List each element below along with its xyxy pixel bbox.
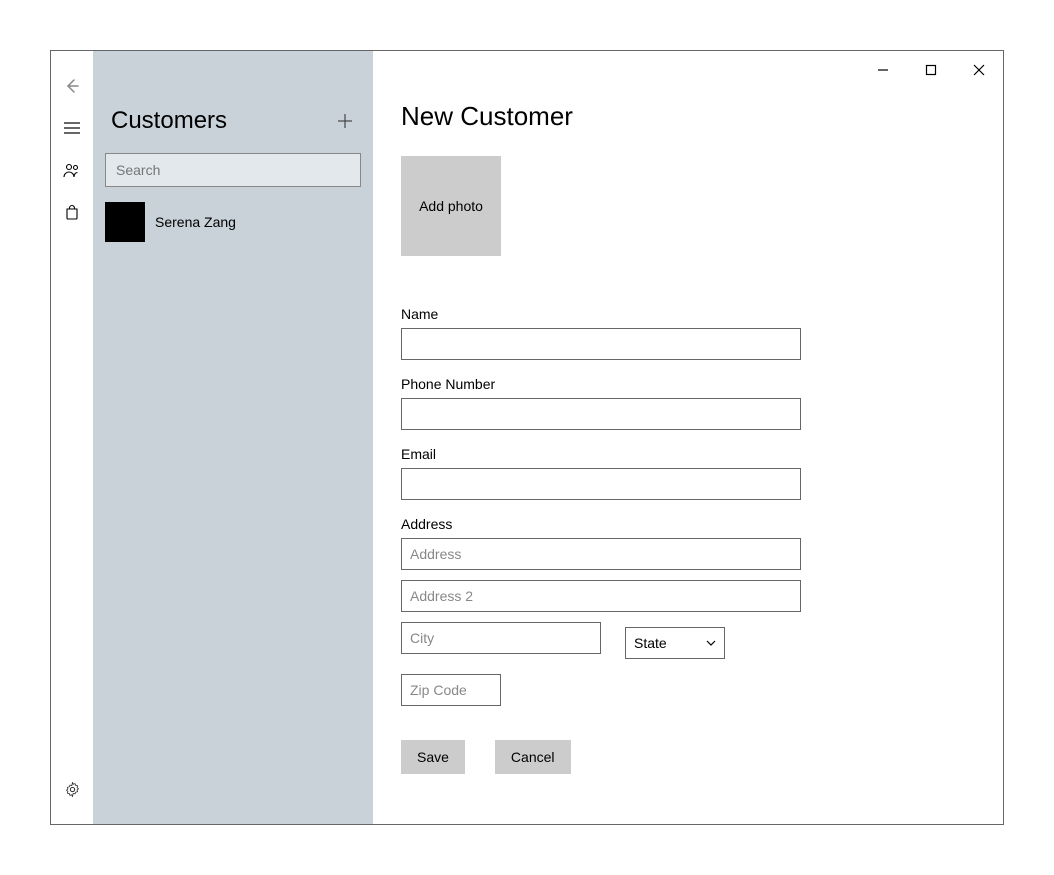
app-window: Customers Serena Zang (50, 50, 1004, 825)
name-label: Name (401, 306, 975, 322)
window-controls (859, 51, 1003, 89)
main-content: New Customer Add photo Name Phone Number… (373, 51, 1003, 824)
gear-icon (64, 781, 81, 798)
sidebar-title: Customers (105, 107, 329, 135)
add-photo-button[interactable]: Add photo (401, 156, 501, 256)
menu-button[interactable] (51, 107, 93, 149)
email-field: Email (401, 446, 975, 500)
chevron-down-icon (706, 640, 716, 646)
sidebar: Customers Serena Zang (93, 51, 373, 824)
close-button[interactable] (955, 51, 1003, 89)
settings-nav[interactable] (51, 768, 93, 810)
state-select[interactable]: State (625, 627, 725, 659)
save-button[interactable]: Save (401, 740, 465, 774)
search-wrap (93, 141, 373, 199)
customer-name: Serena Zang (155, 214, 236, 230)
city-input[interactable] (401, 622, 601, 654)
phone-field: Phone Number (401, 376, 975, 430)
plus-icon (336, 112, 354, 130)
name-field: Name (401, 306, 975, 360)
address-label: Address (401, 516, 975, 532)
cancel-button[interactable]: Cancel (495, 740, 571, 774)
customer-list: Serena Zang (93, 199, 373, 824)
address1-input[interactable] (401, 538, 801, 570)
zip-input[interactable] (401, 674, 501, 706)
customers-nav[interactable] (51, 149, 93, 191)
list-item[interactable]: Serena Zang (93, 199, 373, 245)
left-rail (51, 51, 93, 824)
search-input[interactable] (105, 153, 361, 187)
products-nav[interactable] (51, 191, 93, 233)
maximize-icon (925, 64, 937, 76)
page-title: New Customer (401, 101, 975, 132)
address2-input[interactable] (401, 580, 801, 612)
maximize-button[interactable] (907, 51, 955, 89)
button-row: Save Cancel (401, 740, 975, 774)
avatar (105, 202, 145, 242)
add-photo-label: Add photo (419, 198, 483, 214)
minimize-button[interactable] (859, 51, 907, 89)
add-customer-button[interactable] (329, 105, 361, 137)
email-input[interactable] (401, 468, 801, 500)
name-input[interactable] (401, 328, 801, 360)
state-select-label: State (634, 635, 667, 651)
back-button[interactable] (51, 65, 93, 107)
arrow-left-icon (64, 78, 80, 94)
people-icon (63, 162, 81, 178)
close-icon (973, 64, 985, 76)
sidebar-header: Customers (93, 101, 373, 141)
bag-icon (64, 204, 80, 220)
email-label: Email (401, 446, 975, 462)
hamburger-icon (64, 122, 80, 134)
phone-label: Phone Number (401, 376, 975, 392)
minimize-icon (877, 64, 889, 76)
phone-input[interactable] (401, 398, 801, 430)
address-field: Address State (401, 516, 975, 716)
